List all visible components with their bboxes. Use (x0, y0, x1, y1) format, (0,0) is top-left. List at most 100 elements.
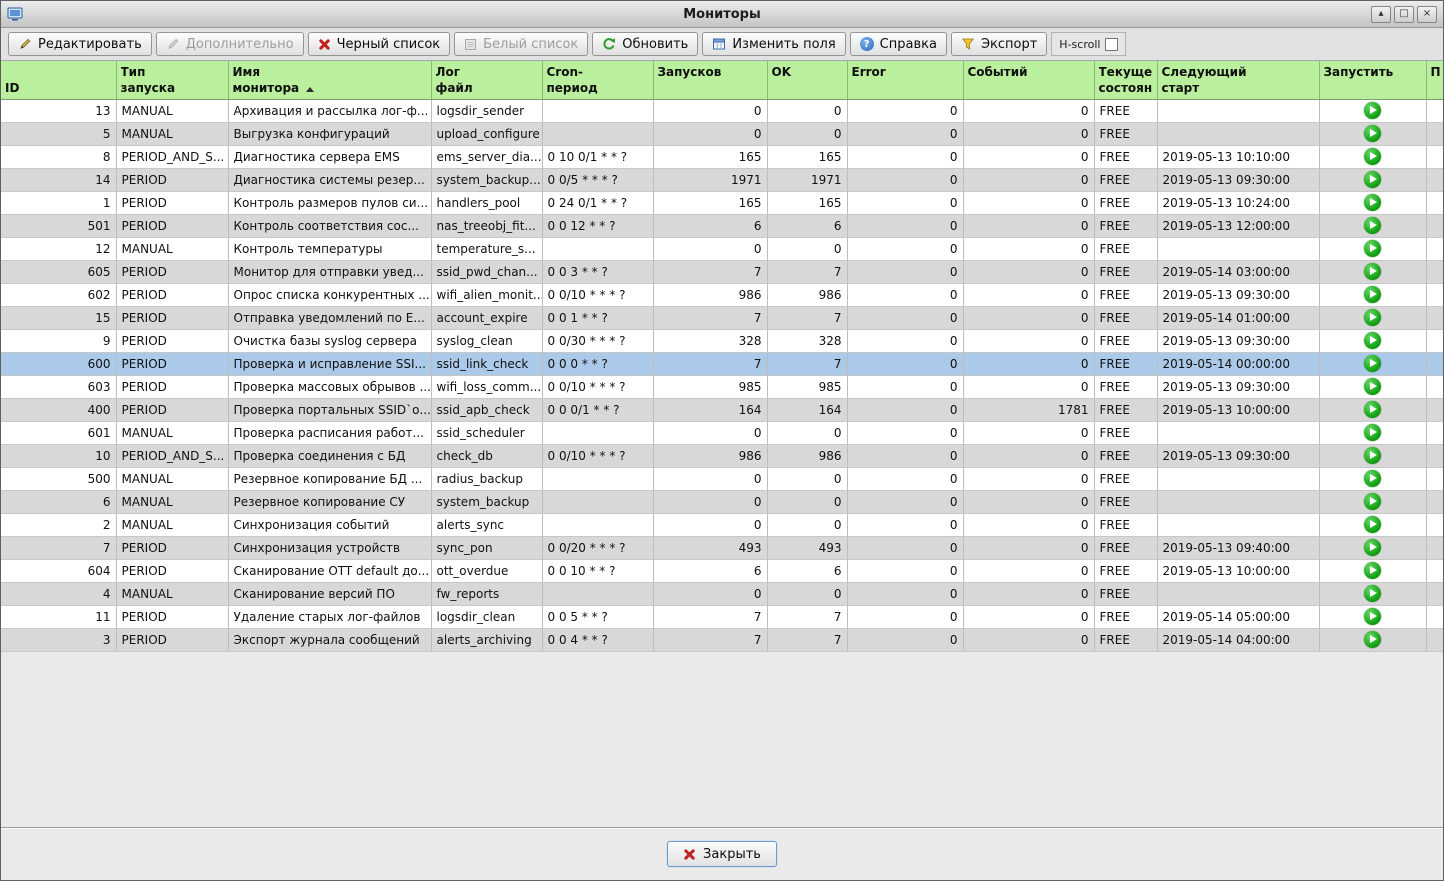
table-row[interactable]: 8PERIOD_AND_S...Диагностика сервера EMSe… (1, 145, 1443, 168)
table-row[interactable]: 2MANUALСинхронизация событийalerts_sync0… (1, 513, 1443, 536)
run-monitor-button[interactable] (1364, 263, 1381, 280)
column-header-error[interactable]: Error (847, 61, 963, 99)
cell-next: 2019-05-13 10:00:00 (1157, 398, 1319, 421)
run-monitor-button[interactable] (1364, 332, 1381, 349)
run-monitor-button[interactable] (1364, 171, 1381, 188)
run-monitor-button[interactable] (1364, 194, 1381, 211)
table-row[interactable]: 13MANUALАрхивация и рассылка лог-ф...log… (1, 99, 1443, 122)
cell-type: MANUAL (116, 513, 228, 536)
run-monitor-button[interactable] (1364, 539, 1381, 556)
run-monitor-button[interactable] (1364, 401, 1381, 418)
cell-error: 0 (847, 582, 963, 605)
titlebar[interactable]: Мониторы ▴ □ × (1, 1, 1443, 28)
shade-window-button[interactable]: ▴ (1371, 6, 1391, 23)
cell-events: 0 (963, 513, 1094, 536)
run-monitor-button[interactable] (1364, 608, 1381, 625)
table-row[interactable]: 1PERIODКонтроль размеров пулов си...hand… (1, 191, 1443, 214)
run-monitor-button[interactable] (1364, 424, 1381, 441)
run-monitor-button[interactable] (1364, 102, 1381, 119)
run-monitor-button[interactable] (1364, 585, 1381, 602)
column-header-ok[interactable]: OK (767, 61, 847, 99)
toolbar-button-whitelist[interactable]: Белый список (454, 32, 588, 56)
toolbar-button-help[interactable]: ?Справка (850, 32, 947, 56)
table-row[interactable]: 604PERIODСканирование OTT default до...o… (1, 559, 1443, 582)
toolbar-button-blacklist[interactable]: Черный список (308, 32, 451, 56)
table-row[interactable]: 500MANUALРезервное копирование БД ...rad… (1, 467, 1443, 490)
cell-state: FREE (1094, 99, 1157, 122)
table-row[interactable]: 10PERIOD_AND_S...Проверка соединения с Б… (1, 444, 1443, 467)
table-row[interactable]: 603PERIODПроверка массовых обрывов ...wi… (1, 375, 1443, 398)
cell-type: PERIOD (116, 260, 228, 283)
run-monitor-button[interactable] (1364, 286, 1381, 303)
run-monitor-button[interactable] (1364, 309, 1381, 326)
run-monitor-button[interactable] (1364, 217, 1381, 234)
table-row[interactable]: 7PERIODСинхронизация устройствsync_pon0 … (1, 536, 1443, 559)
column-header-name[interactable]: Имямонитора (228, 61, 431, 99)
table-row[interactable]: 601MANUALПроверка расписания работ...ssi… (1, 421, 1443, 444)
table-row[interactable]: 501PERIODКонтроль соответствия сос...nas… (1, 214, 1443, 237)
cell-cron (542, 122, 653, 145)
cell-ok: 7 (767, 605, 847, 628)
close-window-button[interactable]: × (1417, 6, 1437, 23)
column-header-extra[interactable]: П (1426, 61, 1443, 99)
run-monitor-button[interactable] (1364, 562, 1381, 579)
table-row[interactable]: 9PERIODОчистка базы syslog сервераsyslog… (1, 329, 1443, 352)
cell-type: MANUAL (116, 582, 228, 605)
column-header-runs[interactable]: Запусков (653, 61, 767, 99)
cell-cron: 0 0 4 * * ? (542, 628, 653, 651)
column-header-next[interactable]: Следующийстарт (1157, 61, 1319, 99)
table-row[interactable]: 12MANUALКонтроль температурыtemperature_… (1, 237, 1443, 260)
cell-ok: 7 (767, 628, 847, 651)
table-row[interactable]: 3PERIODЭкспорт журнала сообщенийalerts_a… (1, 628, 1443, 651)
h-scroll-checkbox[interactable] (1105, 38, 1118, 51)
monitors-table: IDТипзапускаИмямонитораЛогфайлCron-перио… (1, 61, 1443, 652)
run-monitor-button[interactable] (1364, 447, 1381, 464)
cell-run (1319, 168, 1426, 191)
column-header-state[interactable]: Текущесостоян (1094, 61, 1157, 99)
cell-error: 0 (847, 398, 963, 421)
table-row[interactable]: 6MANUALРезервное копирование СУsystem_ba… (1, 490, 1443, 513)
run-monitor-button[interactable] (1364, 493, 1381, 510)
run-monitor-button[interactable] (1364, 148, 1381, 165)
column-header-id[interactable]: ID (1, 61, 116, 99)
table-row[interactable]: 14PERIODДиагностика системы резер...syst… (1, 168, 1443, 191)
cell-error: 0 (847, 283, 963, 306)
cell-name: Контроль соответствия сос... (228, 214, 431, 237)
column-header-events[interactable]: Событий (963, 61, 1094, 99)
cell-next (1157, 582, 1319, 605)
run-monitor-button[interactable] (1364, 125, 1381, 142)
column-header-log[interactable]: Логфайл (431, 61, 542, 99)
maximize-window-button[interactable]: □ (1394, 6, 1414, 23)
table-row[interactable]: 15PERIODОтправка уведомлений по E...acco… (1, 306, 1443, 329)
cell-runs: 986 (653, 444, 767, 467)
toolbar-button-refresh[interactable]: Обновить (592, 32, 698, 56)
table-row[interactable]: 400PERIODПроверка портальных SSID`о...ss… (1, 398, 1443, 421)
window-title: Мониторы (1, 7, 1443, 22)
cell-state: FREE (1094, 329, 1157, 352)
run-monitor-button[interactable] (1364, 631, 1381, 648)
column-header-cron[interactable]: Cron-период (542, 61, 653, 99)
cell-type: PERIOD (116, 214, 228, 237)
cell-extra (1426, 375, 1443, 398)
run-monitor-button[interactable] (1364, 516, 1381, 533)
cell-run (1319, 237, 1426, 260)
toolbar-button-edit[interactable]: Редактировать (8, 32, 152, 56)
column-header-type[interactable]: Типзапуска (116, 61, 228, 99)
run-monitor-button[interactable] (1364, 378, 1381, 395)
toolbar-button-advanced[interactable]: Дополнительно (156, 32, 304, 56)
table-row[interactable]: 605PERIODМонитор для отправки увед...ssi… (1, 260, 1443, 283)
column-header-run[interactable]: Запустить (1319, 61, 1426, 99)
run-monitor-button[interactable] (1364, 240, 1381, 257)
toolbar-button-edit-fields[interactable]: Изменить поля (702, 32, 845, 56)
run-monitor-button[interactable] (1364, 355, 1381, 372)
table-row[interactable]: 5MANUALВыгрузка конфигурацийupload_confi… (1, 122, 1443, 145)
table-row[interactable]: 600PERIODПроверка и исправление SSI...ss… (1, 352, 1443, 375)
table-row[interactable]: 11PERIODУдаление старых лог-файловlogsdi… (1, 605, 1443, 628)
table-row[interactable]: 4MANUALСканирование версий ПОfw_reports0… (1, 582, 1443, 605)
close-dialog-button[interactable]: Закрыть (667, 841, 777, 867)
cell-log: account_expire (431, 306, 542, 329)
table-row[interactable]: 602PERIODОпрос списка конкурентных ...wi… (1, 283, 1443, 306)
cell-name: Проверка портальных SSID`о... (228, 398, 431, 421)
toolbar-button-export[interactable]: Экспорт (951, 32, 1047, 56)
run-monitor-button[interactable] (1364, 470, 1381, 487)
